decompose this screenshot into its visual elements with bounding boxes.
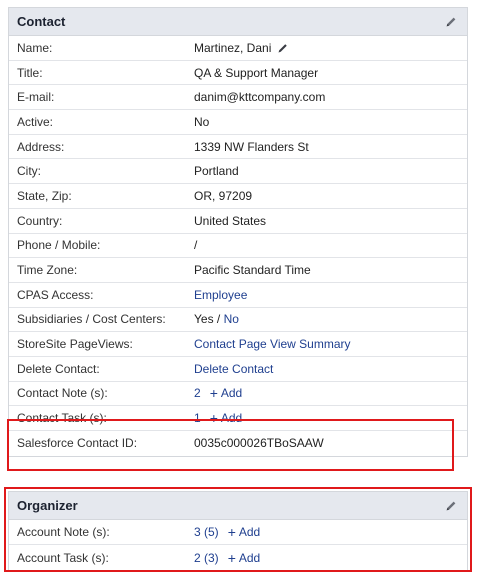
organizer-panel-header: Organizer (9, 492, 467, 520)
account-notes-count-link[interactable]: 3 (5) (194, 525, 219, 539)
page-view-summary-link[interactable]: Contact Page View Summary (194, 337, 351, 351)
row-value: danim@kttcompany.com (194, 90, 326, 105)
cpas-label: CPAS Access: (17, 287, 94, 302)
detail-row: Active: No (9, 110, 467, 135)
detail-row-storesite: StoreSite PageViews: Contact Page View S… (9, 332, 467, 357)
salesforce-label: Salesforce Contact ID: (17, 436, 138, 451)
delete-label: Delete Contact: (17, 361, 100, 376)
row-value: QA & Support Manager (194, 65, 319, 80)
contact-notes-label: Contact Note (s): (17, 386, 108, 401)
detail-row-contact-tasks: Contact Task (s): 1 + Add (9, 406, 467, 431)
detail-row: Phone / Mobile: / (9, 234, 467, 259)
detail-row: Address: 1339 NW Flanders St (9, 135, 467, 160)
subsidiaries-no-link[interactable]: No (224, 312, 239, 326)
organizer-panel: Organizer Account Note (s): 3 (5) + Add A… (8, 491, 468, 571)
add-label: Add (220, 386, 243, 401)
detail-row: E-mail: danim@kttcompany.com (9, 85, 467, 111)
organizer-panel-title: Organizer (17, 498, 78, 513)
add-contact-note-button[interactable]: + Add (210, 386, 243, 400)
detail-row-account-notes: Account Note (s): 3 (5) + Add (9, 520, 467, 545)
row-label: Address: (17, 139, 65, 154)
cpas-employee-link[interactable]: Employee (194, 288, 247, 302)
plus-icon: + (209, 385, 218, 402)
name-pencil-icon[interactable] (277, 42, 289, 54)
row-label: Title: (17, 65, 43, 80)
subsidiaries-label: Subsidiaries / Cost Centers: (17, 312, 166, 327)
detail-row: Country: United States (9, 209, 467, 234)
pencil-icon[interactable] (444, 499, 458, 513)
contact-panel-title: Contact (17, 14, 66, 29)
plus-icon: + (209, 410, 218, 427)
row-label: City: (17, 164, 41, 179)
detail-row-name: Name: Martinez, Dani (9, 36, 467, 61)
row-value: 1339 NW Flanders St (194, 139, 309, 154)
row-value: Pacific Standard Time (194, 263, 311, 278)
pencil-icon[interactable] (444, 15, 458, 29)
detail-row-subsidiaries: Subsidiaries / Cost Centers: Yes / No (9, 308, 467, 333)
row-value: No (194, 114, 210, 129)
contact-tasks-count-link[interactable]: 1 (194, 411, 201, 425)
subsidiaries-yes: Yes (194, 312, 214, 327)
add-label: Add (238, 550, 261, 565)
delete-contact-link[interactable]: Delete Contact (194, 362, 273, 376)
detail-row-account-tasks: Account Task (s): 2 (3) + Add (9, 545, 467, 570)
detail-row-delete: Delete Contact: Delete Contact (9, 357, 467, 382)
detail-row: Time Zone: Pacific Standard Time (9, 258, 467, 283)
row-label: Country: (17, 213, 63, 228)
detail-row: State, Zip: OR, 97209 (9, 184, 467, 209)
salesforce-id: 0035c000026TBoSAAW (194, 436, 324, 451)
row-value: / (194, 238, 198, 253)
account-tasks-count-link[interactable]: 2 (3) (194, 551, 219, 565)
detail-row: Title: QA & Support Manager (9, 61, 467, 86)
plus-icon: + (227, 524, 236, 540)
account-tasks-label: Account Task (s): (17, 550, 109, 565)
row-label: Time Zone: (17, 263, 78, 278)
storesite-label: StoreSite PageViews: (17, 337, 133, 352)
account-notes-label: Account Note (s): (17, 525, 110, 539)
add-label: Add (220, 411, 243, 426)
row-value: United States (194, 213, 267, 228)
row-label: Active: (17, 114, 54, 129)
row-value: Portland (194, 164, 239, 179)
detail-row-salesforce: Salesforce Contact ID: 0035c000026TBoSAA… (9, 431, 467, 456)
name-value-wrap: Martinez, Dani (194, 41, 467, 55)
contact-notes-count-link[interactable]: 2 (194, 386, 201, 400)
subsidiaries-separator: / (213, 312, 224, 327)
plus-icon: + (227, 549, 236, 566)
contact-tasks-label: Contact Task (s): (17, 411, 107, 426)
name-label: Name: (17, 40, 53, 55)
contact-panel-header: Contact (9, 8, 467, 36)
detail-row-cpas: CPAS Access: Employee (9, 283, 467, 308)
row-label: Phone / Mobile: (17, 238, 101, 253)
name-value: Martinez, Dani (194, 40, 272, 55)
add-account-task-button[interactable]: + Add (228, 551, 261, 565)
detail-row: City: Portland (9, 159, 467, 185)
row-label: E-mail: (17, 90, 55, 105)
row-value: OR, 97209 (194, 188, 253, 203)
add-account-note-button[interactable]: + Add (228, 525, 261, 539)
row-label: State, Zip: (17, 188, 72, 203)
add-contact-task-button[interactable]: + Add (210, 411, 243, 425)
contact-panel: Contact Name: Martinez, Dani Title: QA & … (8, 7, 468, 457)
add-label: Add (238, 525, 261, 539)
detail-row-contact-notes: Contact Note (s): 2 + Add (9, 382, 467, 407)
